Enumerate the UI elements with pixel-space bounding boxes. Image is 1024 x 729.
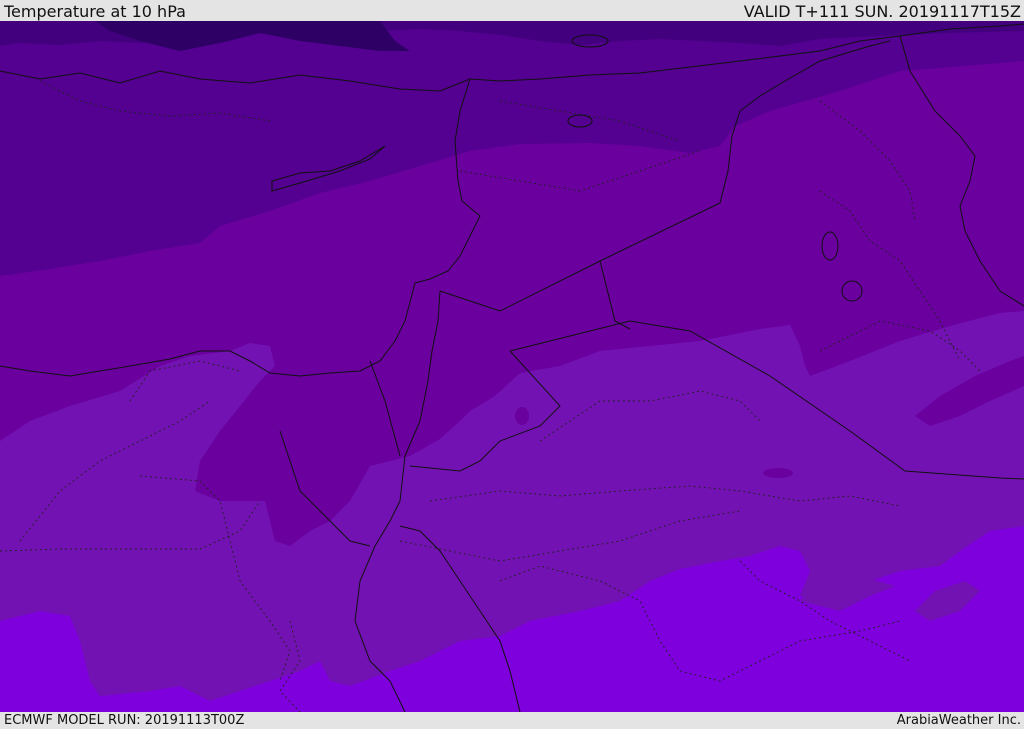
header-bar: Temperature at 10 hPa VALID T+111 SUN. 2…: [0, 0, 1024, 21]
valid-time: VALID T+111 SUN. 20191117T15Z: [743, 2, 1021, 21]
credit: ArabiaWeather Inc.: [896, 713, 1021, 728]
temperature-map[interactable]: [0, 21, 1024, 712]
cold-pocket-tiny: [515, 407, 529, 425]
model-run: ECMWF MODEL RUN: 20191113T00Z: [4, 713, 245, 728]
footer-bar: ECMWF MODEL RUN: 20191113T00Z ArabiaWeat…: [0, 712, 1024, 729]
cold-pocket-small: [763, 468, 793, 478]
map-title: Temperature at 10 hPa: [4, 2, 186, 21]
